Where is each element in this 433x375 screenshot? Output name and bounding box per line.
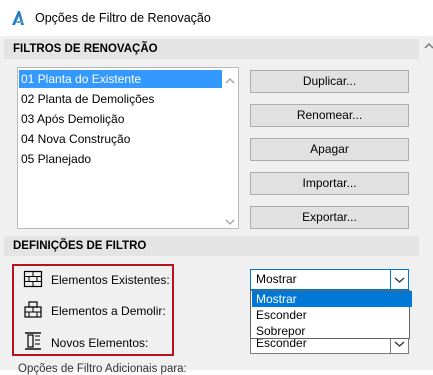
list-scroll-up-icon[interactable] xyxy=(225,74,235,84)
dialog-scrollbar[interactable] xyxy=(423,39,433,370)
dropdown-option[interactable]: Esconder xyxy=(252,307,412,323)
settings-section-header: DEFINIÇÕES DE FILTRO xyxy=(4,236,419,256)
export-button[interactable]: Exportar... xyxy=(250,206,409,229)
filter-list-item[interactable]: 04 Nova Construção xyxy=(19,130,130,148)
import-button[interactable]: Importar... xyxy=(250,172,409,195)
existing-elements-value: Mostrar xyxy=(256,272,297,286)
additional-options-label: Opções de Filtro Adicionais para: xyxy=(18,363,187,375)
display-options-dropdown[interactable]: Mostrar Esconder Sobrepor xyxy=(250,290,412,339)
annotation-highlight xyxy=(12,264,174,356)
rename-button[interactable]: Renomear... xyxy=(250,104,409,127)
settings-section-title: DEFINIÇÕES DE FILTRO xyxy=(13,240,147,252)
dropdown-option[interactable]: Sobrepor xyxy=(252,323,412,339)
existing-elements-select[interactable]: Mostrar xyxy=(250,269,409,290)
list-scroll-down-icon[interactable] xyxy=(225,215,235,225)
delete-button[interactable]: Apagar xyxy=(250,138,409,161)
filter-list[interactable]: 01 Planta do Existente 02 Planta de Demo… xyxy=(17,67,239,229)
duplicate-button[interactable]: Duplicar... xyxy=(250,70,409,93)
filter-list-item[interactable]: 01 Planta do Existente xyxy=(19,70,222,88)
title-bar: Opções de Filtro de Renovação xyxy=(0,0,433,36)
scroll-up-icon xyxy=(424,42,433,49)
filter-list-item[interactable]: 05 Planejado xyxy=(19,150,91,168)
archicad-app-icon xyxy=(10,10,26,26)
filter-list-item[interactable]: 02 Planta de Demolições xyxy=(19,90,154,108)
filters-section-header: FILTROS DE RENOVAÇÃO xyxy=(4,39,419,59)
dropdown-option[interactable]: Mostrar xyxy=(252,291,412,307)
filters-section-title: FILTROS DE RENOVAÇÃO xyxy=(13,43,158,55)
window-title: Opções de Filtro de Renovação xyxy=(35,11,211,25)
filter-list-item[interactable]: 03 Após Demolição xyxy=(19,110,124,128)
chevron-down-icon xyxy=(394,277,405,283)
